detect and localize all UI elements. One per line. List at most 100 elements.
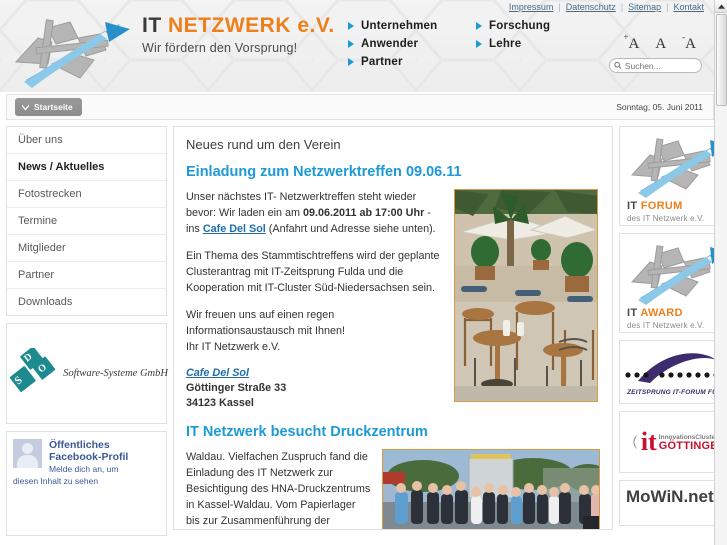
brand-tagline: Wir fördern den Vorsprung! bbox=[142, 41, 298, 55]
link-cafe-del-sol-inline[interactable]: Cafe Del Sol bbox=[203, 223, 266, 235]
ban-award-word: AWARD bbox=[640, 307, 683, 319]
banner-it-award[interactable]: IT AWARD des IT Netzwerk e.V. bbox=[619, 233, 727, 333]
search-icon bbox=[614, 61, 622, 69]
link-kontakt[interactable]: Kontakt bbox=[671, 2, 706, 12]
article-1-title[interactable]: Einladung zum Netzwerktreffen 09.06.11 bbox=[186, 164, 600, 180]
article-2-text: Waldau. Vielfachen Zuspruch fand die Ein… bbox=[186, 449, 372, 529]
page-title: Neues rund um den Verein bbox=[186, 137, 341, 152]
nav-item-lehre[interactable]: Lehre bbox=[476, 36, 604, 52]
ban-forum-it: IT bbox=[627, 200, 641, 212]
facebook-title-line1: Öffentliches bbox=[49, 439, 110, 451]
breadcrumb-bar: Startseite Sonntag, 05. Juni 2011 bbox=[6, 94, 714, 120]
facebook-widget-row: Öffentliches Facebook-Profil Melde dich … bbox=[13, 439, 160, 475]
main-navigation: Unternehmen Anwender Partner Forschung L… bbox=[348, 18, 604, 72]
banner-it-award-sub: des IT Netzwerk e.V. bbox=[627, 321, 705, 330]
triangle-bullet-icon bbox=[348, 22, 354, 30]
triangle-bullet-icon bbox=[476, 22, 482, 30]
breadcrumb-home-button[interactable]: Startseite bbox=[15, 98, 82, 116]
nav-column-1: Unternehmen Anwender Partner bbox=[348, 18, 476, 72]
current-date: Sonntag, 05. Juni 2011 bbox=[616, 102, 703, 112]
site-logo[interactable] bbox=[8, 8, 143, 90]
link-sitemap[interactable]: Sitemap bbox=[626, 2, 663, 12]
header-top-links: Impressum | Datenschutz | Sitemap | Kontakt bbox=[507, 2, 706, 12]
link-separator-1: | bbox=[558, 2, 561, 12]
a1-p3-line1: Wir freuen uns auf einen regen Informati… bbox=[186, 309, 346, 337]
search-input[interactable] bbox=[624, 60, 697, 71]
facebook-desc-line1: Melde dich an, um bbox=[49, 464, 119, 474]
scroll-up-button[interactable] bbox=[715, 0, 727, 13]
article-netzwerktreffen: Einladung zum Netzwerktreffen 09.06.11 U… bbox=[186, 164, 600, 422]
venue-city: 34123 Kassel bbox=[186, 397, 254, 409]
link-impressum[interactable]: Impressum bbox=[507, 2, 556, 12]
scrollbar-thumb[interactable] bbox=[716, 14, 727, 106]
nav-item-forschung[interactable]: Forschung bbox=[476, 18, 604, 34]
sidebar-item-fotostrecken[interactable]: Fotostrecken bbox=[7, 181, 166, 208]
search-box[interactable] bbox=[609, 58, 702, 73]
cafe-terrace-photo bbox=[455, 190, 597, 401]
network-arrow-logo-icon bbox=[630, 245, 726, 305]
sidebar-item-news-aktuelles[interactable]: News / Aktuelles bbox=[7, 154, 166, 181]
site-header: Impressum | Datenschutz | Sitemap | Kontakt IT… bbox=[0, 0, 714, 92]
banner-zeitsprung-text: ZEITSPRUNG IT-FORUM FULDA E.V. bbox=[627, 389, 726, 396]
font-size-normal-button[interactable]: A bbox=[655, 36, 666, 53]
group-photo-druckzentrum bbox=[383, 450, 599, 529]
banner-it-forum[interactable]: IT FORUM des IT Netzwerk e.V. bbox=[619, 126, 727, 226]
signal-waves-icon bbox=[633, 435, 638, 449]
article-1-venue: Cafe Del Sol Göttinger Straße 33 34123 Kas… bbox=[186, 366, 444, 411]
zeitsprung-swoosh-icon bbox=[625, 353, 720, 383]
network-arrow-logo-icon bbox=[14, 19, 130, 88]
banner-zeitsprung[interactable]: ZEITSPRUNG IT-FORUM FULDA E.V. bbox=[619, 340, 727, 404]
sidebar-item-ueber-uns[interactable]: Über uns bbox=[7, 127, 166, 154]
link-datenschutz[interactable]: Datenschutz bbox=[564, 2, 618, 12]
article-1-paragraph-1: Unser nächstes IT- Netzwerktreffen steht… bbox=[186, 189, 444, 237]
triangle-bullet-icon bbox=[348, 40, 354, 48]
dos-diamond-icon: D O S bbox=[9, 347, 56, 392]
sidebar-navigation: Über uns News / Aktuelles Fotostrecken T… bbox=[6, 126, 167, 316]
sidebar-item-mitglieder[interactable]: Mitglieder bbox=[7, 235, 166, 262]
font-size-increase-letter: A bbox=[628, 36, 640, 52]
article-1-text: Unser nächstes IT- Netzwerktreffen steht… bbox=[186, 189, 444, 422]
font-size-decrease-letter: A bbox=[685, 36, 696, 52]
banner-it-goettingen[interactable]: it InnovationsCluster GÖTTINGEN bbox=[619, 411, 727, 473]
font-size-decrease-button[interactable]: -A bbox=[682, 32, 696, 53]
sidebar-item-downloads[interactable]: Downloads bbox=[7, 289, 166, 315]
right-sidebar: IT FORUM des IT Netzwerk e.V. IT AWARD d… bbox=[619, 126, 727, 530]
it-logo-letters: it bbox=[640, 427, 657, 456]
font-size-increase-button[interactable]: +A bbox=[623, 32, 640, 53]
it-goettingen-logo: it InnovationsCluster GÖTTINGEN bbox=[620, 412, 726, 472]
ban-award-it: IT bbox=[627, 307, 641, 319]
article-2-photo[interactable] bbox=[382, 449, 600, 529]
sidebar-item-termine[interactable]: Termine bbox=[7, 208, 166, 235]
page-root: Impressum | Datenschutz | Sitemap | Kontakt IT… bbox=[0, 0, 727, 545]
sponsor-banner-dos[interactable]: D O S Software-Systeme GmbH bbox=[5, 323, 168, 424]
article-1-paragraph-2: Ein Thema des Stammtischtreffens wird de… bbox=[186, 250, 440, 294]
brand-title-netzwerk: NETZWERK e.V. bbox=[168, 14, 335, 37]
main-content-panel: Neues rund um den Verein Einladung zum N… bbox=[173, 126, 613, 530]
article-1-photo[interactable] bbox=[454, 189, 598, 402]
font-size-increase-sign: + bbox=[623, 32, 629, 42]
chevron-up-icon bbox=[718, 3, 725, 9]
page-scrollbar[interactable] bbox=[714, 0, 727, 545]
triangle-bullet-icon bbox=[348, 58, 354, 66]
nav-item-anwender[interactable]: Anwender bbox=[348, 36, 476, 52]
facebook-widget[interactable]: Öffentliches Facebook-Profil Melde dich … bbox=[6, 431, 167, 536]
dos-logo: D O S Software-Systeme GmbH bbox=[5, 347, 168, 400]
link-separator-2: | bbox=[620, 2, 624, 12]
nav-item-unternehmen[interactable]: Unternehmen bbox=[348, 18, 476, 34]
banner-mowin-net[interactable]: MoWiN.net bbox=[619, 480, 727, 526]
nav-column-2: Forschung Lehre bbox=[476, 18, 604, 72]
triangle-bullet-icon bbox=[476, 40, 482, 48]
brand-block: IT NETZWERK e.V. Wir fördern den Vorspru… bbox=[142, 14, 335, 55]
facebook-desc-line2: diesen Inhalt zu sehen bbox=[13, 476, 99, 486]
article-1-layout: Unser nächstes IT- Netzwerktreffen steht… bbox=[186, 189, 600, 422]
nav-label: Anwender bbox=[361, 38, 419, 50]
link-cafe-del-sol-venue[interactable]: Cafe Del Sol bbox=[186, 367, 249, 379]
article-2-title[interactable]: IT Netzwerk besucht Druckzentrum bbox=[186, 424, 600, 440]
sidebar-item-partner[interactable]: Partner bbox=[7, 262, 166, 289]
nav-item-partner[interactable]: Partner bbox=[348, 54, 476, 70]
left-sidebar: Über uns News / Aktuelles Fotostrecken T… bbox=[5, 126, 168, 536]
nav-label: Partner bbox=[361, 56, 403, 68]
avatar-placeholder-icon bbox=[13, 439, 42, 468]
dos-logo-text: Software-Systeme GmbH bbox=[63, 368, 168, 379]
font-size-normal-letter: A bbox=[655, 36, 667, 52]
